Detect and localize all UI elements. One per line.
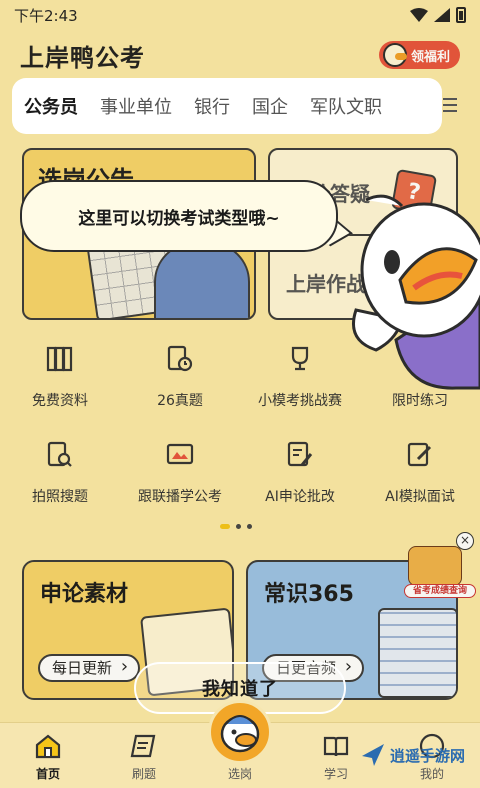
status-bar: 下午2:43 bbox=[0, 0, 480, 30]
grid-item-past-exams[interactable]: 26真题 bbox=[120, 344, 240, 410]
promo-label: 省考成绩查询 bbox=[404, 584, 476, 598]
nav-label: 刷题 bbox=[131, 767, 156, 781]
grid-item-mock-challenge[interactable]: 小模考挑战赛 bbox=[240, 344, 360, 410]
nav-label: 选岗 bbox=[227, 767, 252, 781]
app-title: 上岸鸭公考 bbox=[20, 43, 145, 72]
battery-icon bbox=[456, 7, 466, 23]
ai-interview-icon bbox=[405, 440, 435, 470]
close-icon[interactable]: × bbox=[456, 532, 474, 550]
grid-label: 跟联播学公考 bbox=[138, 489, 222, 505]
app-header: 上岸鸭公考 领福利 bbox=[0, 30, 480, 80]
ai-edit-icon bbox=[285, 440, 315, 470]
watermark: 逍遥手游网 bbox=[360, 742, 465, 768]
tab-bank[interactable]: 银行 bbox=[194, 93, 230, 119]
tab-state-enterprise[interactable]: 国企 bbox=[252, 93, 288, 119]
welfare-label: 领福利 bbox=[410, 49, 450, 65]
nav-label: 学习 bbox=[323, 767, 348, 781]
status-time: 下午2:43 bbox=[14, 6, 78, 25]
grid-item-ai-interview[interactable]: AI模拟面试 bbox=[360, 440, 480, 506]
duck-mascot-icon bbox=[352, 194, 480, 390]
exam-type-tabs: 公务员 事业单位 银行 国企 军队文职 bbox=[12, 78, 442, 134]
document-illustration bbox=[378, 608, 456, 698]
page-indicator bbox=[220, 524, 252, 529]
grid-item-news-study[interactable]: 跟联播学公考 bbox=[120, 440, 240, 506]
daily-update-button[interactable]: 每日更新 bbox=[38, 654, 141, 682]
nav-label: 首页 bbox=[35, 767, 60, 781]
watermark-text: 逍遥手游网 bbox=[390, 746, 466, 765]
grid-label: 拍照搜题 bbox=[32, 489, 88, 505]
tab-civil-servant[interactable]: 公务员 bbox=[22, 93, 80, 123]
nav-practice[interactable]: 刷题 bbox=[96, 723, 192, 788]
welfare-button[interactable]: 领福利 bbox=[378, 41, 460, 69]
grid-label: 26真题 bbox=[157, 393, 203, 409]
photo-search-icon bbox=[45, 440, 75, 470]
exam-clock-icon bbox=[165, 344, 195, 374]
trophy-icon bbox=[285, 344, 315, 374]
status-icons bbox=[410, 7, 466, 23]
tv-icon bbox=[165, 440, 195, 470]
guide-bubble: 这里可以切换考试类型哦~ bbox=[20, 180, 338, 252]
knowledge-365-title: 常识365 bbox=[264, 582, 354, 607]
tab-public-institution[interactable]: 事业单位 bbox=[100, 93, 172, 119]
grid-label: AI模拟面试 bbox=[385, 489, 455, 505]
menu-icon[interactable] bbox=[443, 98, 457, 112]
essay-material-title: 申论素材 bbox=[40, 582, 129, 607]
grid-label: 限时练习 bbox=[392, 393, 448, 409]
person-illustration bbox=[154, 242, 250, 318]
grid-item-photo-search[interactable]: 拍照搜题 bbox=[0, 440, 120, 506]
signal-icon bbox=[434, 8, 450, 22]
home-icon bbox=[33, 731, 63, 761]
page-dot bbox=[247, 524, 252, 529]
page-dot-active bbox=[220, 524, 230, 529]
nav-home[interactable]: 首页 bbox=[0, 723, 96, 788]
score-query-promo[interactable]: × 省考成绩查询 bbox=[402, 532, 476, 600]
grid-label: 小模考挑战赛 bbox=[258, 393, 342, 409]
watermark-logo-icon bbox=[362, 744, 384, 766]
books-icon bbox=[45, 344, 75, 374]
grid-item-ai-essay[interactable]: AI申论批改 bbox=[240, 440, 360, 506]
duck-avatar-icon[interactable] bbox=[208, 700, 272, 764]
tab-military-civilian[interactable]: 军队文职 bbox=[310, 93, 382, 119]
duck-mascot-icon bbox=[382, 43, 407, 67]
promo-image bbox=[408, 546, 462, 586]
wifi-icon bbox=[410, 8, 428, 22]
grid-item-free-materials[interactable]: 免费资料 bbox=[0, 344, 120, 410]
grid-label: 免费资料 bbox=[32, 393, 88, 409]
page-dot bbox=[236, 524, 241, 529]
book-pen-icon bbox=[321, 731, 351, 761]
grid-label: AI申论批改 bbox=[265, 489, 335, 505]
scroll-icon bbox=[129, 731, 159, 761]
